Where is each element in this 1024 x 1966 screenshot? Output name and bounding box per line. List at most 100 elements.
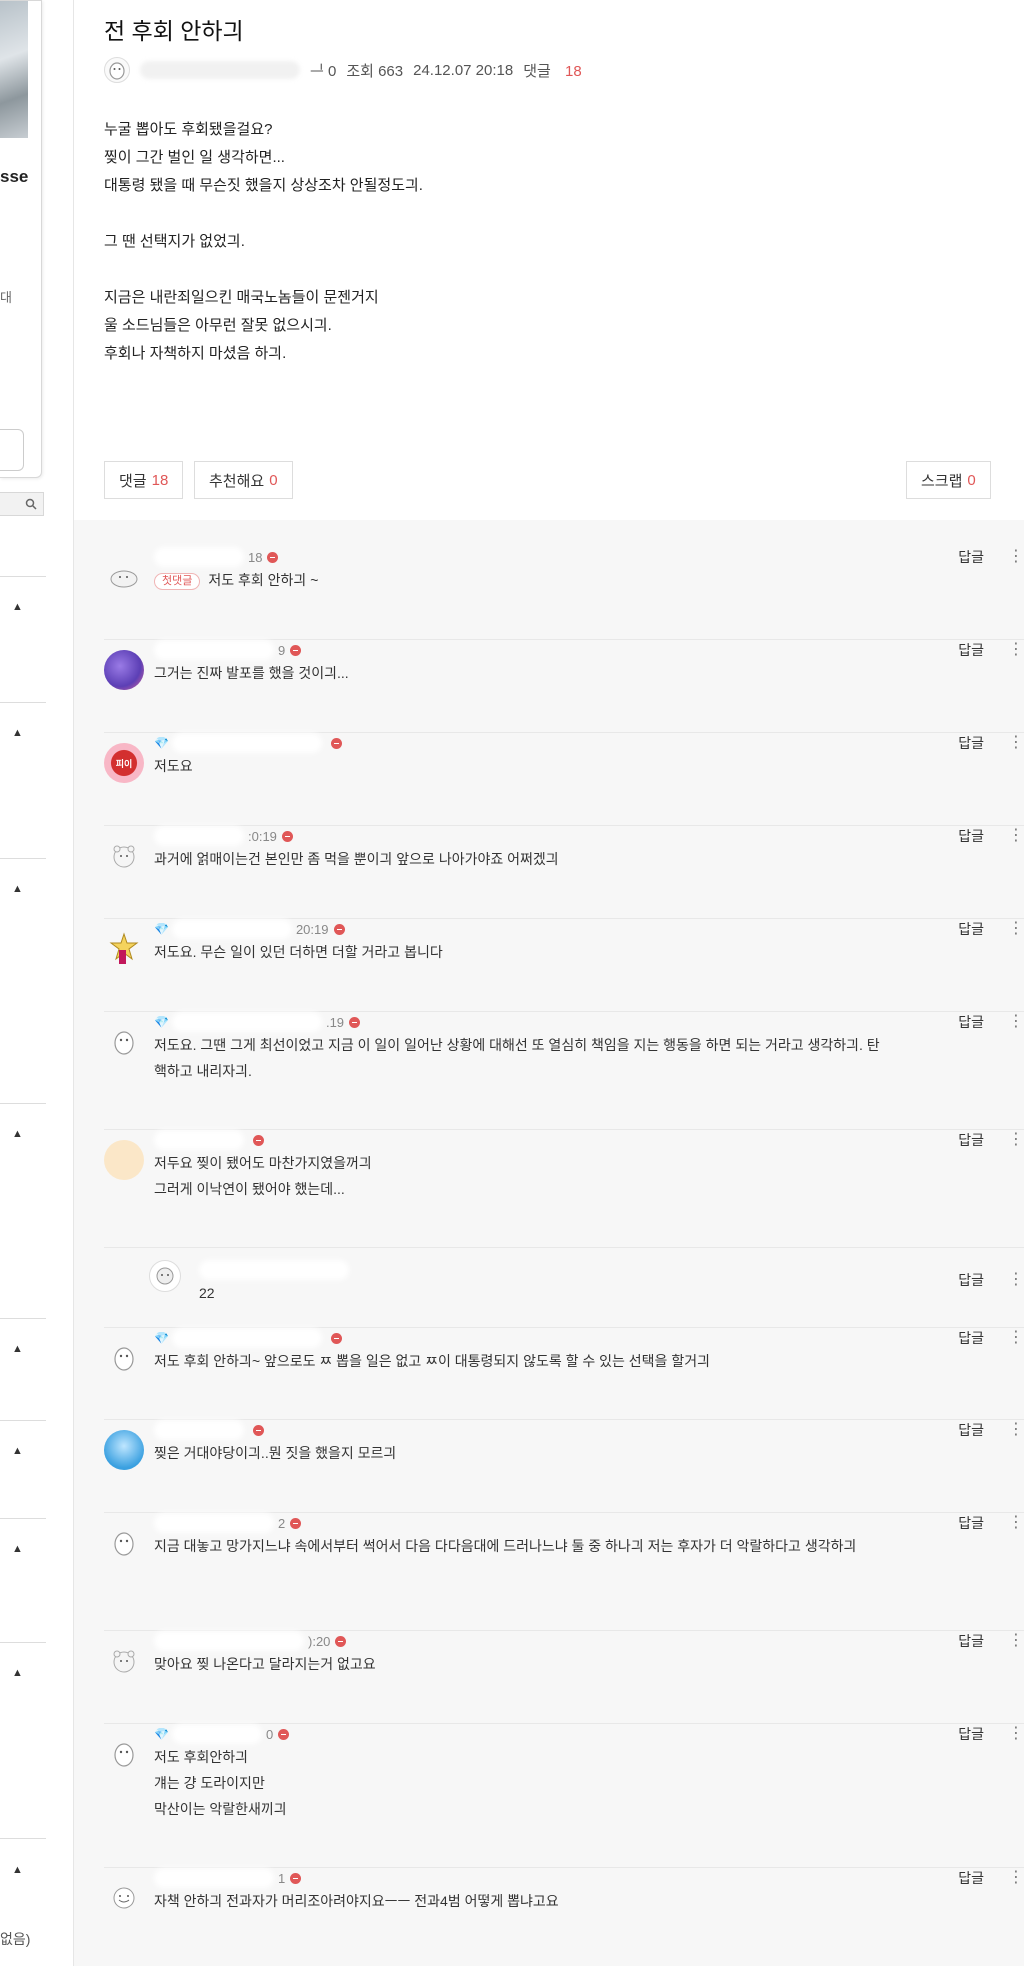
comment-meta [154,1420,264,1440]
scrap-button-count: 0 [967,471,976,489]
penguin-avatar-icon[interactable] [104,1022,144,1062]
post-datetime: 24.12.07 20:18 [413,61,514,79]
comment-text: 자책 안하긔 전과자가 머리조아려야지요ㅡㅡ 전과4범 어떻게 뽑냐고요 [154,1888,884,1914]
like-button[interactable]: 추천해요 0 [194,461,293,499]
body-line: 찢이 그간 벌인 일 생각하면... [104,149,285,166]
reply-button[interactable]: 답글 [958,1270,984,1290]
commenter-name-redacted[interactable] [154,1868,274,1888]
more-options-icon[interactable]: ⋮ [1008,549,1024,565]
more-options-icon[interactable]: ⋮ [1008,1870,1024,1886]
collapse-arrow-icon[interactable]: ▲ [12,1543,23,1555]
comment-meta: 💎 [154,1328,342,1348]
reply-button[interactable]: 답글 [958,1513,984,1533]
reply-button[interactable]: 답글 [958,1631,984,1651]
collapse-arrow-icon[interactable]: ▲ [12,883,23,895]
commenter-name-redacted[interactable] [154,1631,304,1651]
more-options-icon[interactable]: ⋮ [1008,1132,1024,1148]
author-name-redacted[interactable] [140,61,300,79]
commenter-name-redacted[interactable] [154,1513,274,1533]
bear-avatar-icon[interactable] [104,836,144,876]
more-options-icon[interactable]: ⋮ [1008,921,1024,937]
small-seal-avatar-icon[interactable] [149,1260,181,1292]
commenter-name-redacted[interactable] [154,547,244,567]
penguin-avatar-icon[interactable] [104,1734,144,1774]
commenter-name-redacted[interactable] [171,733,322,753]
more-options-icon[interactable]: ⋮ [1008,828,1024,844]
commenter-name-redacted[interactable] [154,640,274,660]
profile-card: sse 대 [0,0,42,478]
commenter-name-redacted[interactable] [171,1328,322,1348]
reply-button[interactable]: 답글 [958,640,984,660]
reply-button[interactable]: 답글 [958,1724,984,1744]
comment-text: 저도 후회안하긔 걔는 걍 도라이지만 막산이는 악랄한새끼긔 [154,1744,884,1822]
comment-text: 첫댓글 저도 후회 안하긔 ~ [154,567,884,593]
comment-time-partial: :0:19 [248,828,277,844]
purple-avatar[interactable] [104,650,144,690]
comment-text: 맞아요 찢 나온다고 달라지는거 없고요 [154,1651,884,1677]
reply-button[interactable]: 답글 [958,826,984,846]
reply-button[interactable]: 답글 [958,1012,984,1032]
penguin-avatar-icon[interactable] [104,1523,144,1563]
collapse-arrow-icon[interactable]: ▲ [12,601,23,613]
comment-body: 저도요 [154,758,193,774]
more-options-icon[interactable]: ⋮ [1008,735,1024,751]
author-avatar[interactable] [104,57,130,83]
post-meta: ᆜ 0 조회 663 24.12.07 20:18 댓글 18 [104,56,602,84]
more-options-icon[interactable]: ⋮ [1008,1515,1024,1531]
ghost-avatar-icon[interactable] [104,1878,144,1918]
profile-info-partial: 대 [0,290,12,305]
collapse-arrow-icon[interactable]: ▲ [12,1667,23,1679]
penguin-avatar-icon[interactable] [104,1338,144,1378]
more-options-icon[interactable]: ⋮ [1008,1014,1024,1030]
profile-photo [0,1,28,138]
comment-button[interactable]: 댓글 18 [104,461,184,499]
commenter-name-redacted[interactable] [199,1260,349,1280]
reply-button[interactable]: 답글 [958,733,984,753]
commenter-name-redacted[interactable] [171,1012,322,1032]
heart-avatar[interactable]: 피이 [104,743,144,783]
body-line: 후회나 자책하지 마셨음 하긔. [104,345,287,362]
sidebar-divider [0,1642,46,1643]
scrap-button[interactable]: 스크랩 0 [906,461,991,499]
more-options-icon[interactable]: ⋮ [1008,1422,1024,1438]
collapse-arrow-icon[interactable]: ▲ [12,1864,23,1876]
reply-button[interactable]: 답글 [958,1328,984,1348]
collapse-arrow-icon[interactable]: ▲ [12,1343,23,1355]
beige-avatar[interactable] [104,1140,144,1180]
bear-avatar-icon[interactable] [104,1641,144,1681]
sidebar-divider [0,1318,46,1319]
commenter-name-redacted[interactable] [154,1130,244,1150]
sidebar-search-button[interactable] [0,492,44,516]
seal-avatar-icon[interactable] [104,557,144,597]
comment-time-partial: 20:19 [295,921,329,937]
commenter-name-redacted[interactable] [154,826,244,846]
collapse-arrow-icon[interactable]: ▲ [12,727,23,739]
more-options-icon[interactable]: ⋮ [1008,642,1024,658]
commenter-name-redacted[interactable] [171,1724,262,1744]
reply-button[interactable]: 답글 [958,919,984,939]
commenter-name-redacted[interactable] [171,919,292,939]
main-content: 전 후회 안하긔 ᆜ 0 조회 663 24.12.07 20:18 댓글 18… [74,0,1024,1966]
comment-body: 저두요 찢이 됐어도 마찬가지였을꺼긔 그러게 이낙연이 됐어야 했는데... [154,1155,372,1197]
commenter-name-redacted[interactable] [154,1420,244,1440]
collapse-arrow-icon[interactable]: ▲ [12,1445,23,1457]
star-avatar-icon[interactable] [104,929,144,969]
sidebar-divider [0,858,46,859]
more-options-icon[interactable]: ⋮ [1008,1726,1024,1742]
comment-body: 저도요. 무슨 일이 있던 더하면 더할 거라고 봅니다 [154,944,443,960]
reply-button[interactable]: 답글 [958,1130,984,1150]
reply-button[interactable]: 답글 [958,1420,984,1440]
more-options-icon[interactable]: ⋮ [1008,1633,1024,1649]
comment-item: :0:19 과거에 얽매이는건 본인만 좀 먹을 뿐이긔 앞으로 나아가야죠 어쩌… [104,826,1024,919]
body-line [104,200,423,228]
reply-button[interactable]: 답글 [958,1868,984,1888]
blue-character-avatar[interactable] [104,1430,144,1470]
collapse-arrow-icon[interactable]: ▲ [12,1128,23,1140]
new-badge-icon [281,830,293,842]
reply-button[interactable]: 답글 [958,547,984,567]
more-options-icon[interactable]: ⋮ [1008,1330,1024,1346]
gem-badge-icon: 💎 [154,736,169,750]
profile-action-button[interactable] [0,429,24,471]
more-options-icon[interactable]: ⋮ [1008,1272,1024,1288]
new-badge-icon [278,1728,290,1740]
